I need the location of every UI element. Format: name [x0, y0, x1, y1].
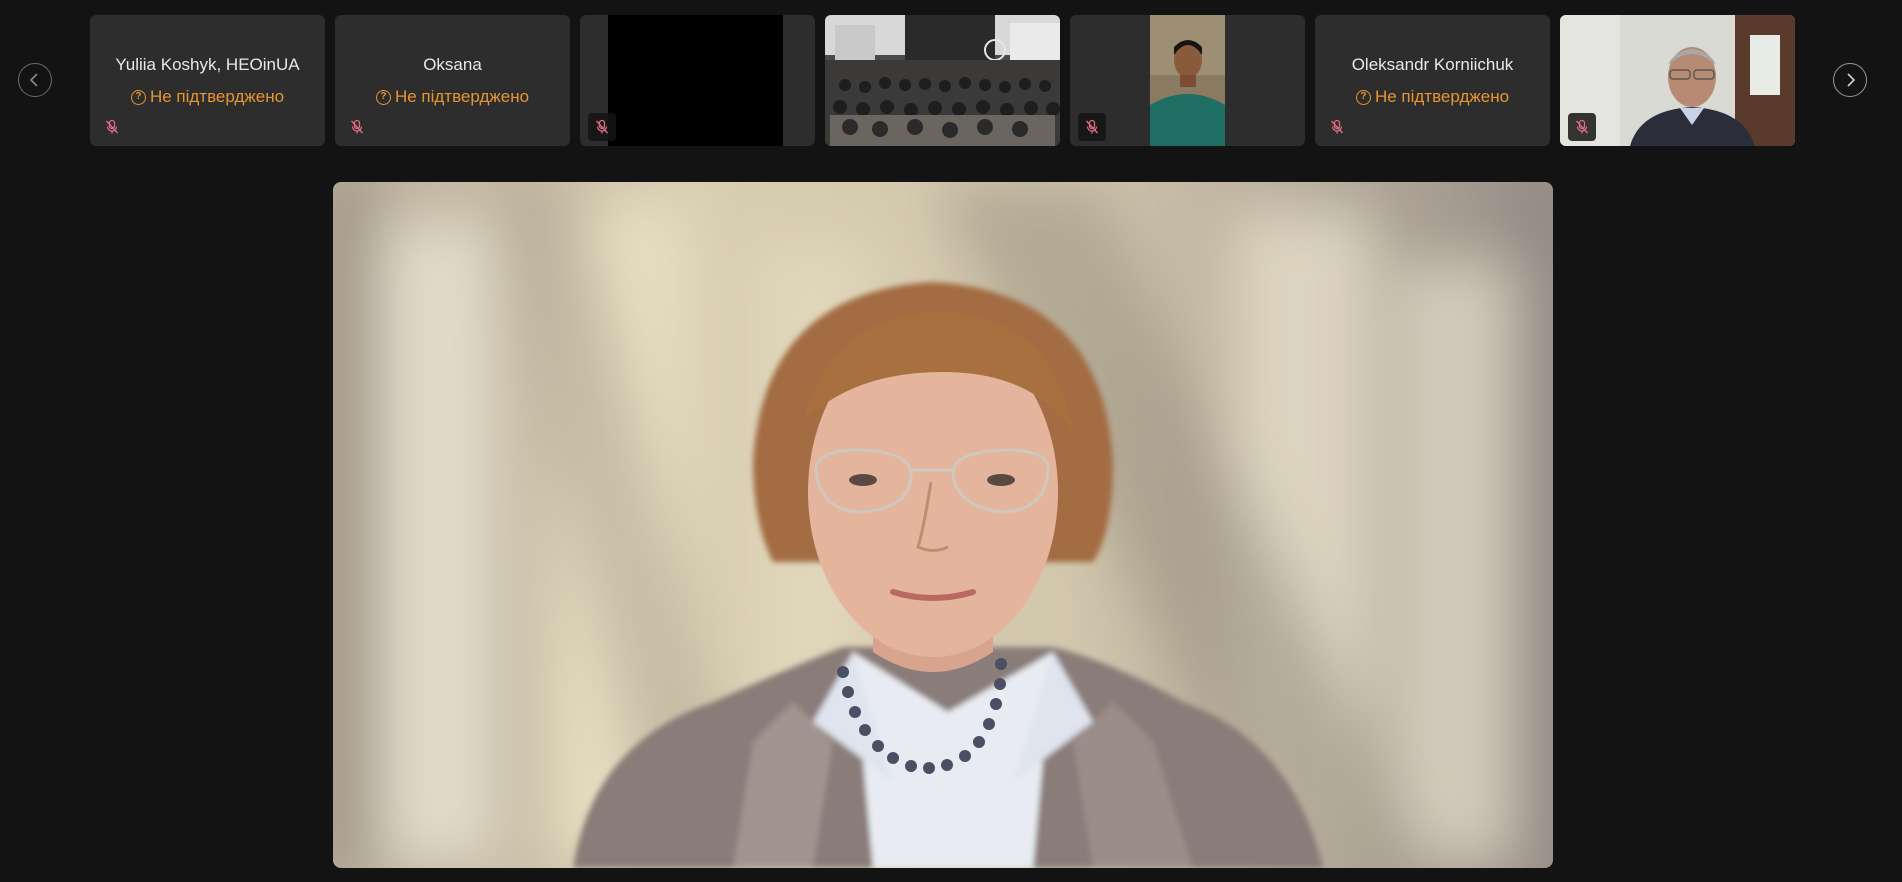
- question-icon: ?: [375, 89, 391, 105]
- participant-status: ? Не підтверджено: [335, 87, 570, 107]
- participant-status-text: Не підтверджено: [394, 87, 530, 106]
- chevron-right-icon: [1847, 73, 1856, 87]
- mic-muted-icon: [1568, 113, 1596, 141]
- mic-muted-icon: [588, 113, 616, 141]
- participant-status-text: Не підтверджено: [149, 87, 285, 106]
- participant-tile[interactable]: [580, 15, 815, 146]
- main-speaker-video[interactable]: [333, 182, 1553, 868]
- carousel-next-button[interactable]: [1833, 63, 1867, 97]
- participant-tile[interactable]: [1560, 15, 1795, 146]
- mic-muted-icon: [1078, 113, 1106, 141]
- participant-video: [1150, 15, 1225, 146]
- meeting-stage: Yuliia Koshyk, HEOinUA ? Не підтверджено…: [0, 0, 1902, 882]
- participant-status: ? Не підтверджено: [1315, 87, 1550, 107]
- participant-tile[interactable]: Oleksandr Korniichuk ? Не підтверджено: [1315, 15, 1550, 146]
- participant-name: Oleksandr Korniichuk: [1351, 55, 1514, 74]
- participant-status: ? Не підтверджено: [90, 87, 325, 107]
- mic-muted-icon: [98, 113, 126, 141]
- mic-muted-icon: [1323, 113, 1351, 141]
- participant-tile[interactable]: Yuliia Koshyk, HEOinUA ? Не підтверджено: [90, 15, 325, 146]
- participant-video: [608, 15, 783, 146]
- participant-tile[interactable]: Oksana ? Не підтверджено: [335, 15, 570, 146]
- question-icon: ?: [130, 89, 146, 105]
- participant-name: Oksana: [423, 55, 482, 74]
- chevron-left-icon: [29, 73, 38, 87]
- participant-status-text: Не підтверджено: [1374, 87, 1510, 106]
- participant-tile[interactable]: [1070, 15, 1305, 146]
- participant-tile[interactable]: [825, 15, 1060, 146]
- mic-muted-icon: [343, 113, 371, 141]
- speaker-video-frame: [333, 182, 1553, 868]
- carousel-prev-button[interactable]: [18, 63, 52, 97]
- conference-room-video: [825, 15, 1060, 146]
- question-icon: ?: [1355, 89, 1371, 105]
- participant-name: Yuliia Koshyk, HEOinUA: [115, 55, 300, 74]
